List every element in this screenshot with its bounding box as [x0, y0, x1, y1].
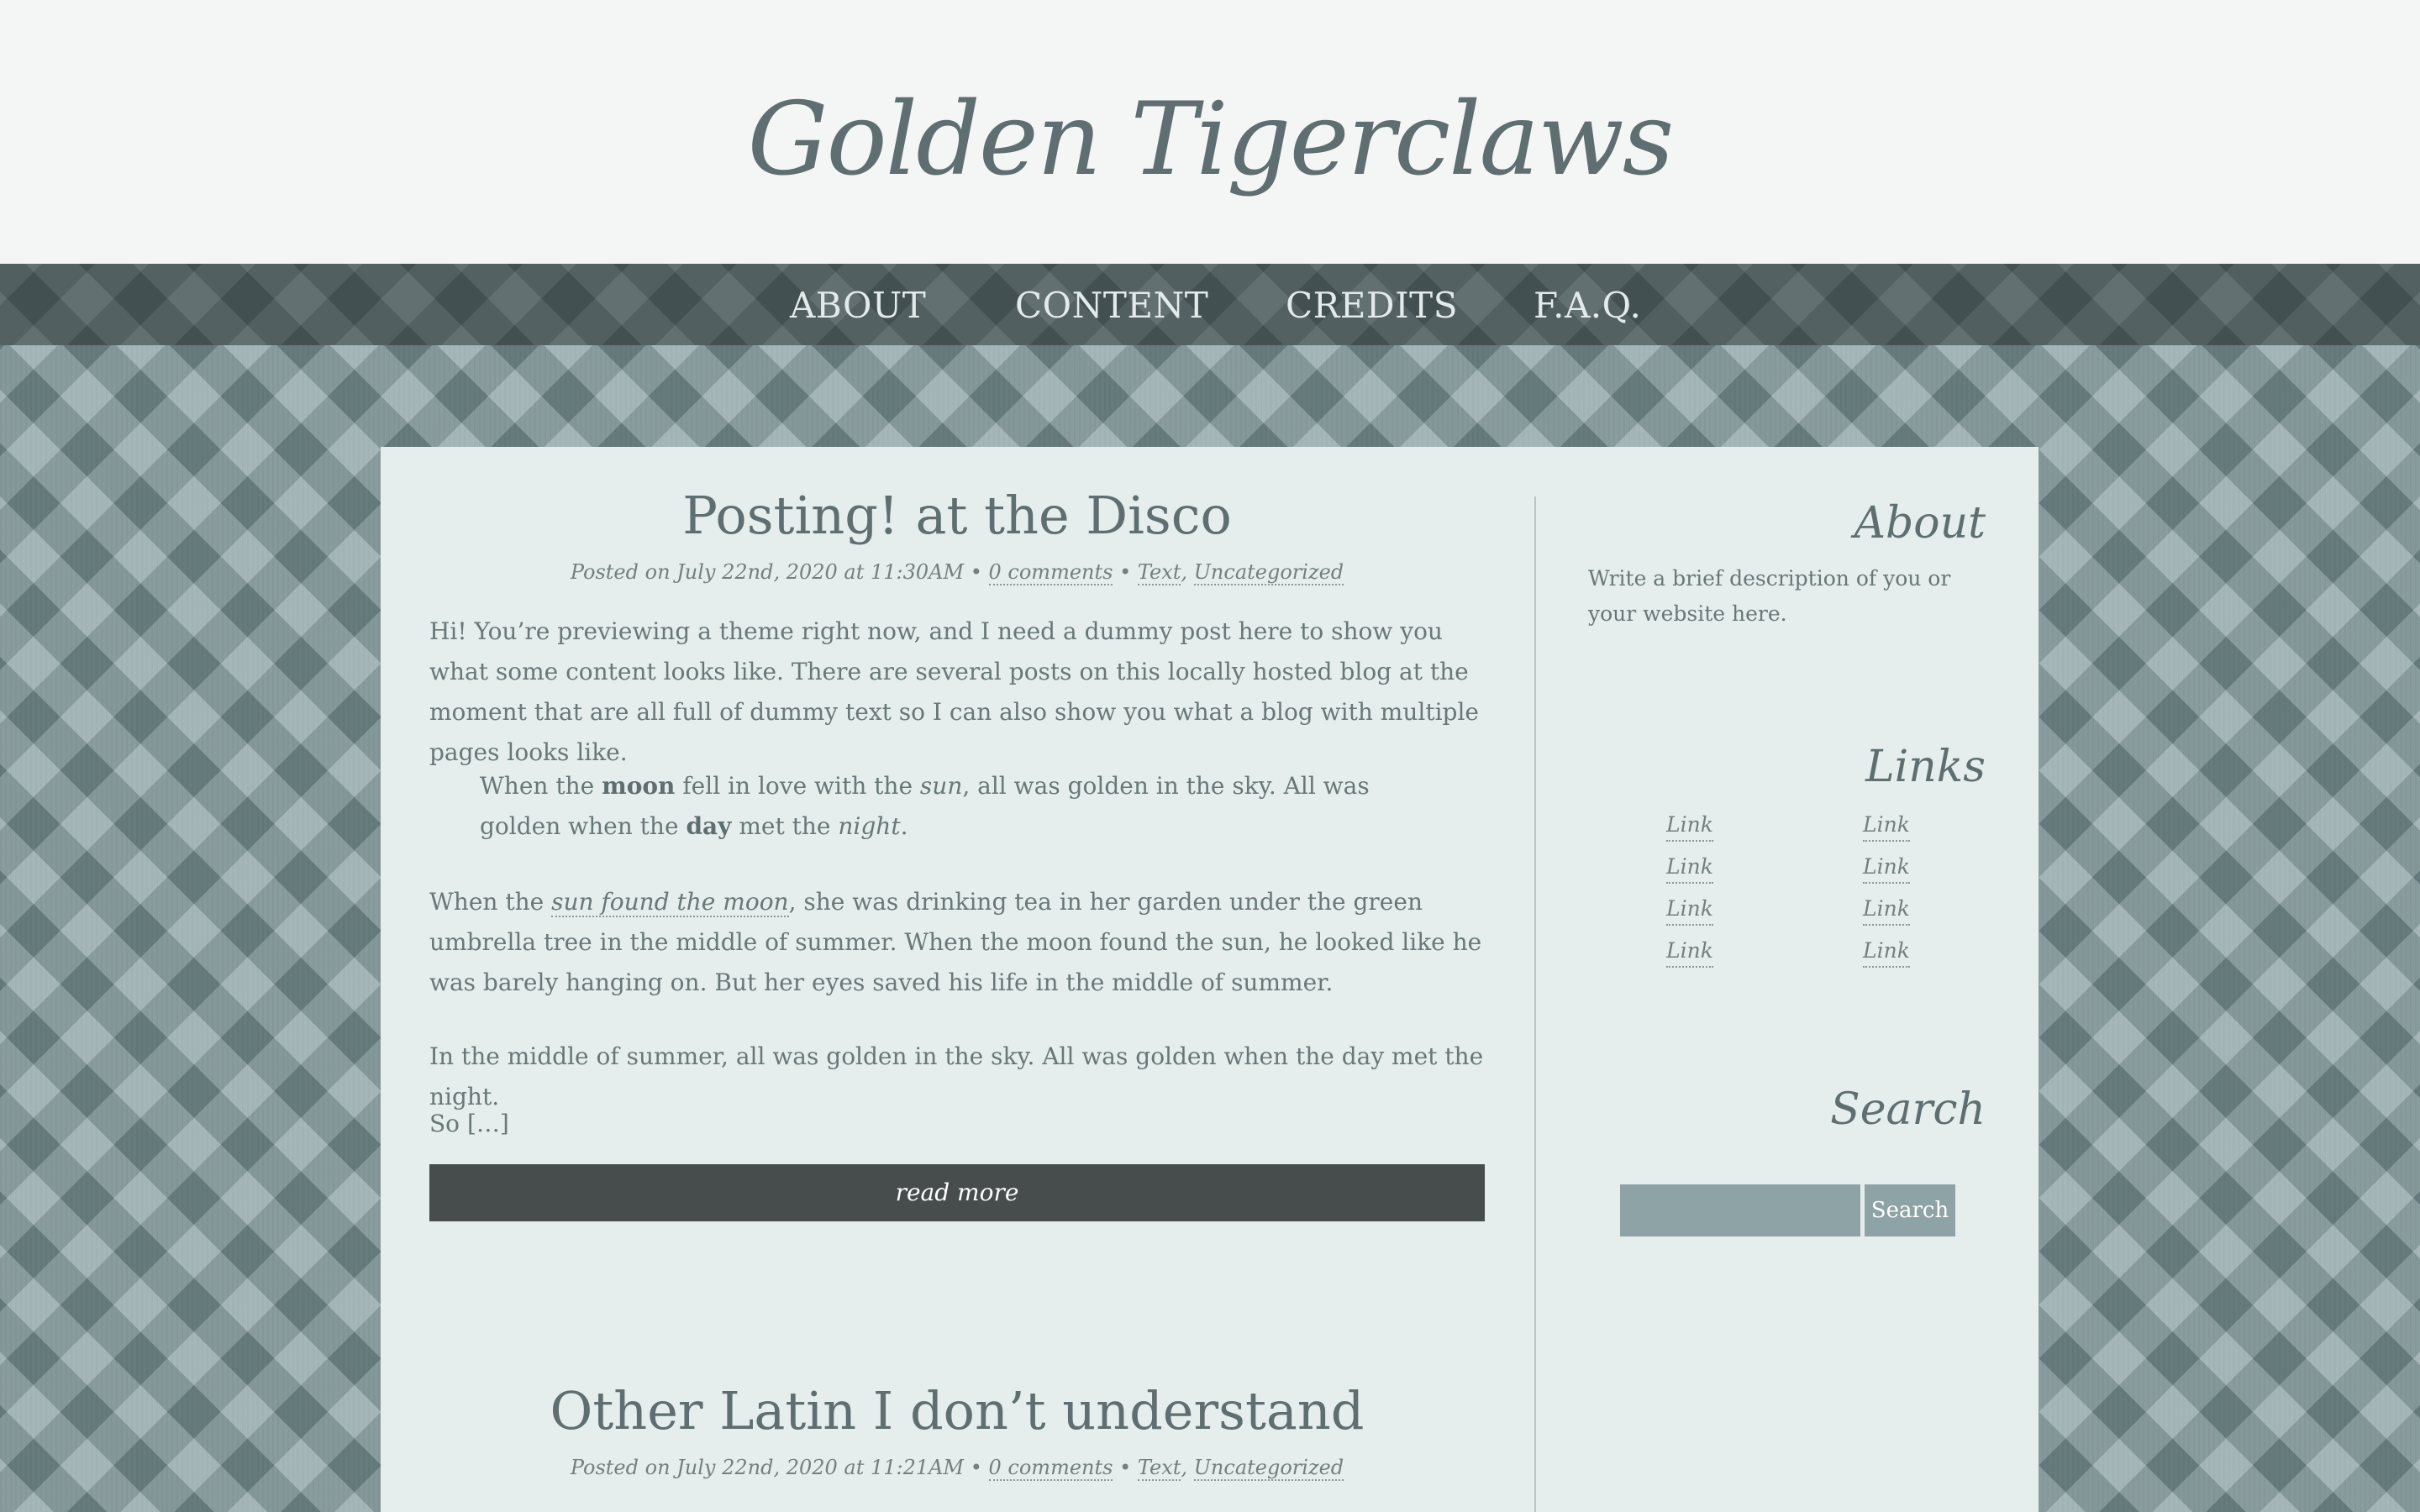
search-button[interactable]: Search	[1865, 1184, 1955, 1236]
meta-comma: ,	[1181, 560, 1188, 584]
post-paragraph-text: Hi! You’re previewing a theme right now,…	[429, 617, 1479, 766]
post-meta: Posted on July 22nd, 2020 at 11:30AM • 0…	[429, 558, 1485, 586]
post-title[interactable]: Posting! at the Disco	[429, 482, 1485, 549]
sidebar-links-heading: Links	[1865, 742, 1986, 792]
quote-italic-night: night	[838, 812, 901, 840]
site-header: Golden Tigerclaws	[0, 0, 2420, 264]
nav-item-faq[interactable]: F.A.Q.	[1534, 281, 1641, 331]
nav-item-credits[interactable]: CREDITS	[1286, 281, 1458, 331]
sidebar-link[interactable]: Link	[1666, 810, 1713, 842]
main-nav: ABOUT CONTENT CREDITS F.A.Q.	[0, 264, 2420, 345]
quote-italic-sun: sun	[919, 772, 963, 800]
meta-separator: •	[1119, 560, 1132, 584]
meta-comma: ,	[1181, 1456, 1188, 1479]
comments-link[interactable]: 0 comments	[988, 560, 1113, 585]
post-paragraph: When the sun found the moon, she was dri…	[429, 882, 1485, 1003]
read-more-button[interactable]: read more	[429, 1164, 1485, 1221]
comments-link[interactable]: 0 comments	[988, 1456, 1113, 1481]
post-date: Posted on July 22nd, 2020 at 11:30AM •	[570, 560, 982, 584]
tag-link-uncategorized[interactable]: Uncategorized	[1193, 560, 1344, 585]
sidebar-link[interactable]: Link	[1666, 894, 1713, 926]
nav-item-content[interactable]: CONTENT	[1015, 281, 1208, 331]
sidebar-link[interactable]: Link	[1666, 936, 1713, 968]
quote-bold-day: day	[686, 812, 732, 840]
post-paragraph-text: So […]	[429, 1110, 509, 1137]
tag-link-uncategorized[interactable]: Uncategorized	[1193, 1456, 1344, 1481]
paragraph-text: When the	[429, 888, 552, 916]
post-meta: Posted on July 22nd, 2020 at 11:21AM • 0…	[429, 1453, 1485, 1482]
content-panel: Posting! at the Disco Posted on July 22n…	[381, 447, 2039, 1512]
sidebar-about-text: Write a brief description of you or your…	[1588, 566, 1951, 626]
sidebar-about-heading: About	[1854, 498, 1986, 549]
quote-text: met the	[731, 812, 839, 840]
quote-text: .	[900, 812, 908, 840]
post-title[interactable]: Other Latin I don’t understand	[429, 1378, 1485, 1445]
sidebar-divider	[1534, 496, 1536, 1512]
meta-separator: •	[1119, 1456, 1132, 1479]
sidebar-link[interactable]: Link	[1863, 852, 1910, 884]
sidebar-link[interactable]: Link	[1863, 894, 1910, 926]
tag-link-text[interactable]: Text	[1137, 560, 1181, 585]
post-paragraph: So […]	[429, 1104, 1485, 1144]
nav-item-about[interactable]: ABOUT	[790, 281, 926, 331]
quote-text: When the	[480, 772, 602, 800]
post-blockquote: When the moon fell in love with the sun,…	[480, 766, 1404, 847]
inline-link-sun-found-the-moon[interactable]: sun found the moon	[551, 888, 789, 917]
search-input[interactable]	[1620, 1184, 1860, 1236]
site-title[interactable]: Golden Tigerclaws	[0, 77, 2420, 203]
post-paragraph-text: When the sun found the moon, she was dri…	[429, 882, 1485, 1003]
post-paragraph: Hi! You’re previewing a theme right now,…	[429, 612, 1485, 773]
sidebar-link[interactable]: Link	[1863, 810, 1910, 842]
quote-text: fell in love with the	[675, 772, 920, 800]
sidebar-search-heading: Search	[1830, 1084, 1986, 1135]
sidebar-link[interactable]: Link	[1863, 936, 1910, 968]
quote-bold-moon: moon	[602, 772, 676, 800]
tag-link-text[interactable]: Text	[1137, 1456, 1181, 1481]
sidebar-link[interactable]: Link	[1666, 852, 1713, 884]
post-date: Posted on July 22nd, 2020 at 11:21AM •	[570, 1456, 982, 1479]
